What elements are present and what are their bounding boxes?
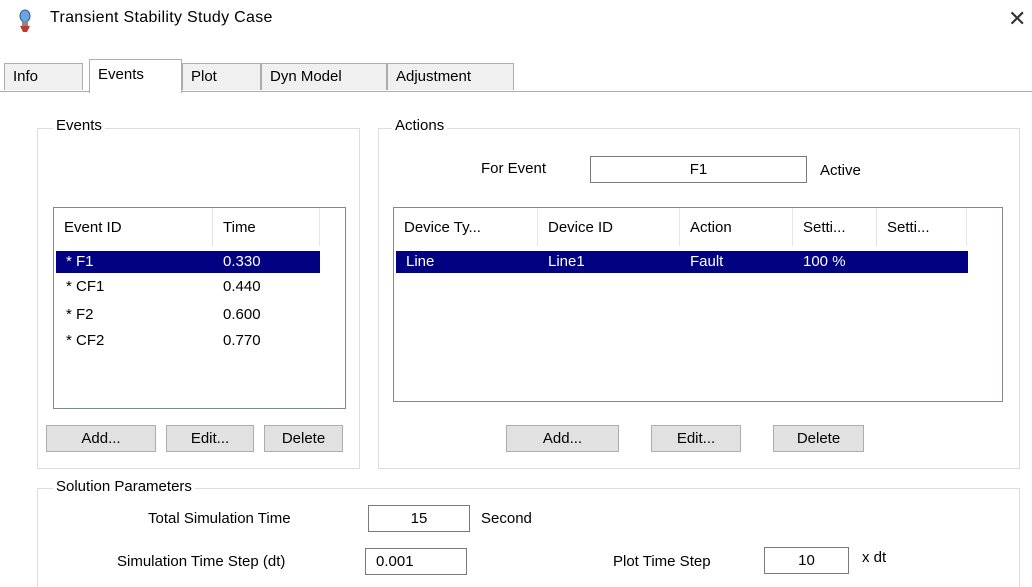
action-device-type: Line xyxy=(406,253,435,270)
events-edit-button[interactable]: Edit... xyxy=(166,425,254,452)
column-header-setting-2[interactable]: Setti... xyxy=(877,208,967,246)
plot-time-step-unit: x dt xyxy=(862,549,887,566)
actions-edit-button[interactable]: Edit... xyxy=(651,425,741,452)
tab-info[interactable]: Info xyxy=(4,63,83,90)
event-row-cf2[interactable]: * CF2 0.770 xyxy=(56,330,320,352)
actions-add-button[interactable]: Add... xyxy=(506,425,619,452)
plot-time-step-field[interactable]: 10 xyxy=(764,547,849,574)
event-row-cf1[interactable]: * CF1 0.440 xyxy=(56,276,320,298)
event-time: 0.770 xyxy=(223,332,261,349)
tab-events[interactable]: Events xyxy=(89,59,182,93)
column-header-device-type[interactable]: Device Ty... xyxy=(394,208,538,246)
action-setting-1: 100 % xyxy=(803,253,846,270)
action-type: Fault xyxy=(690,253,724,270)
event-row-f1[interactable]: * F1 0.330 xyxy=(56,251,320,273)
event-id: * F1 xyxy=(66,253,94,270)
event-time: 0.600 xyxy=(223,306,261,323)
event-time: 0.440 xyxy=(223,278,261,295)
actions-list[interactable]: Device Ty... Device ID Action Setti... S… xyxy=(393,207,1003,402)
actions-group-title: Actions xyxy=(392,117,448,134)
action-device-id: Line1 xyxy=(548,253,585,270)
event-id: * CF2 xyxy=(66,332,105,349)
event-status: Active xyxy=(820,162,861,179)
total-simulation-time-label: Total Simulation Time xyxy=(148,510,291,527)
window-title: Transient Stability Study Case xyxy=(50,9,273,26)
column-header-device-id[interactable]: Device ID xyxy=(538,208,680,246)
total-simulation-time-unit: Second xyxy=(481,510,532,527)
tab-dyn-model[interactable]: Dyn Model xyxy=(261,63,387,90)
for-event-label: For Event xyxy=(481,160,547,177)
simulation-time-step-field[interactable]: 0.001 xyxy=(365,548,467,575)
column-header-event-id[interactable]: Event ID xyxy=(54,208,213,246)
event-id: * F2 xyxy=(66,306,94,323)
actions-delete-button[interactable]: Delete xyxy=(773,425,864,452)
simulation-time-step-label: Simulation Time Step (dt) xyxy=(117,553,286,570)
total-simulation-time-field[interactable]: 15 xyxy=(368,505,470,532)
close-icon[interactable]: ✕ xyxy=(1008,4,1032,34)
event-id: * CF1 xyxy=(66,278,105,295)
plot-time-step-label: Plot Time Step xyxy=(613,553,711,570)
events-list[interactable]: Event ID Time * F1 0.330 * CF1 0.440 * F… xyxy=(53,207,346,409)
app-icon xyxy=(14,8,36,34)
tab-adjustment[interactable]: Adjustment xyxy=(387,63,514,90)
event-time: 0.330 xyxy=(223,253,261,270)
column-header-action[interactable]: Action xyxy=(680,208,793,246)
events-add-button[interactable]: Add... xyxy=(46,425,156,452)
for-event-field[interactable]: F1 xyxy=(590,156,807,183)
action-setting-2 xyxy=(877,251,887,273)
event-row-f2[interactable]: * F2 0.600 xyxy=(56,304,320,326)
events-delete-button[interactable]: Delete xyxy=(264,425,343,452)
solution-parameters-title: Solution Parameters xyxy=(53,478,195,495)
column-header-setting-1[interactable]: Setti... xyxy=(793,208,877,246)
solution-parameters-group xyxy=(37,488,1020,587)
tab-plot[interactable]: Plot xyxy=(182,63,261,90)
tab-bar: Info Events Plot Dyn Model Adjustment xyxy=(0,59,1032,93)
action-row[interactable]: Line Line1 Fault 100 % xyxy=(396,251,968,273)
column-header-time[interactable]: Time xyxy=(213,208,320,246)
events-group-title: Events xyxy=(53,117,105,134)
